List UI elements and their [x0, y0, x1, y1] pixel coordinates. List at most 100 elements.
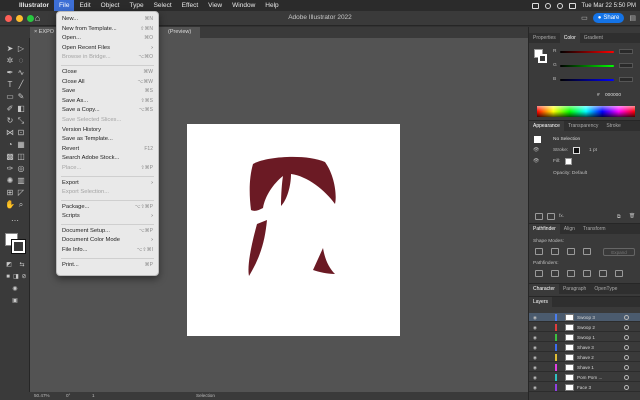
- magic-wand-icon[interactable]: ✲: [5, 56, 15, 66]
- artboard-number[interactable]: 1: [92, 393, 95, 398]
- crop-icon[interactable]: [583, 270, 591, 277]
- file-menu-item[interactable]: Open... ⌘O: [57, 34, 158, 44]
- menu-file[interactable]: File: [53, 0, 75, 11]
- tab-character[interactable]: Character: [529, 284, 559, 294]
- swap-colors-icon[interactable]: ⇆: [17, 260, 27, 270]
- expand-button[interactable]: Expand: [603, 248, 635, 256]
- draw-mode-icon[interactable]: ◉: [10, 284, 20, 294]
- menu-edit[interactable]: Edit: [74, 2, 95, 9]
- exclude-icon[interactable]: [583, 248, 591, 255]
- new-fill-icon[interactable]: [547, 213, 555, 220]
- screen-icon[interactable]: [531, 2, 539, 9]
- tab-paragraph[interactable]: Paragraph: [559, 284, 590, 294]
- tab-transform[interactable]: Transform: [579, 224, 610, 234]
- line-tool-icon[interactable]: ╱: [16, 80, 26, 90]
- hair-artwork[interactable]: [187, 124, 400, 336]
- file-menu-item[interactable]: Close All ⌥⌘W: [57, 78, 158, 88]
- duplicate-item-icon[interactable]: ⧉: [617, 214, 620, 220]
- layer-name[interactable]: Swoop 2: [577, 325, 595, 330]
- visibility-eye-icon[interactable]: ◉: [533, 345, 537, 351]
- file-menu-item[interactable]: Document Color Mode ›: [57, 236, 158, 246]
- wifi-icon[interactable]: [568, 2, 576, 9]
- visibility-eye-icon[interactable]: ◉: [533, 375, 537, 381]
- layer-row[interactable]: ◉ Shave 2: [529, 353, 640, 363]
- unite-icon[interactable]: [535, 248, 543, 255]
- tab-align[interactable]: Align: [560, 224, 579, 234]
- green-slider[interactable]: [560, 65, 614, 67]
- hex-value[interactable]: 000000: [605, 93, 621, 98]
- gradient-tool-icon[interactable]: ◫: [16, 152, 26, 162]
- menu-effect[interactable]: Effect: [177, 2, 204, 9]
- tab-color[interactable]: Color: [559, 33, 580, 43]
- graph-tool-icon[interactable]: ▥: [16, 176, 26, 186]
- outline-icon[interactable]: [599, 270, 607, 277]
- tab-opentype[interactable]: OpenType: [590, 284, 621, 294]
- lasso-icon[interactable]: ◌: [16, 56, 26, 66]
- tab-gradient[interactable]: Gradient: [580, 33, 607, 43]
- visibility-eye-icon[interactable]: ◉: [533, 325, 537, 331]
- type-tool-icon[interactable]: T: [5, 80, 15, 90]
- tab-appearance[interactable]: Appearance: [529, 121, 564, 131]
- visibility-eye-icon[interactable]: ◉: [533, 315, 537, 321]
- stroke-swatch[interactable]: [11, 239, 26, 254]
- fx-icon[interactable]: fx.: [559, 214, 564, 219]
- eye-icon[interactable]: 👁: [533, 159, 539, 164]
- shape-builder-icon[interactable]: ◔: [5, 140, 15, 150]
- menu-help[interactable]: Help: [260, 2, 283, 9]
- layer-name[interactable]: Face 3: [577, 385, 591, 390]
- visibility-eye-icon[interactable]: ◉: [533, 365, 537, 371]
- eyedropper-icon[interactable]: ✑: [5, 164, 15, 174]
- paintbrush-icon[interactable]: ✎: [16, 92, 26, 102]
- file-menu-item[interactable]: Open Recent Files ›: [57, 44, 158, 54]
- none-mode-icon[interactable]: ⊘: [19, 272, 29, 282]
- file-menu-item[interactable]: Export ›: [57, 179, 158, 189]
- layer-name[interactable]: Shave 3: [577, 345, 594, 350]
- control-center-icon[interactable]: [544, 2, 551, 9]
- workspace-icon[interactable]: ▤: [629, 14, 636, 22]
- red-value-field[interactable]: [619, 49, 633, 54]
- artboard-tool-icon[interactable]: ⊞: [5, 188, 15, 198]
- tab-pathfinder[interactable]: Pathfinder: [529, 224, 560, 234]
- selection-tool-icon[interactable]: ➤: [5, 44, 15, 54]
- menu-type[interactable]: Type: [124, 2, 148, 9]
- file-menu-item[interactable]: Save As... ⇧⌘S: [57, 97, 158, 107]
- target-circle-icon[interactable]: [624, 385, 629, 390]
- blue-value-field[interactable]: [619, 77, 633, 82]
- eraser-icon[interactable]: ◧: [16, 104, 26, 114]
- file-menu-item[interactable]: Print... ⌘P: [57, 261, 158, 271]
- zoom-level[interactable]: 50.47%: [34, 393, 50, 398]
- file-menu-item[interactable]: Package... ⌥⇧⌘P: [57, 203, 158, 213]
- share-button[interactable]: ● Share: [592, 13, 625, 23]
- menu-illustrator[interactable]: Illustrator: [14, 2, 54, 9]
- zoom-tool-icon[interactable]: ⌕: [16, 200, 26, 210]
- target-circle-icon[interactable]: [624, 375, 629, 380]
- trim-icon[interactable]: [551, 270, 559, 277]
- visibility-eye-icon[interactable]: ◉: [533, 385, 537, 391]
- layer-name[interactable]: Shave 1: [577, 365, 594, 370]
- target-circle-icon[interactable]: [624, 365, 629, 370]
- menu-select[interactable]: Select: [149, 2, 177, 9]
- rectangle-tool-icon[interactable]: ▭: [5, 92, 15, 102]
- target-circle-icon[interactable]: [624, 345, 629, 350]
- divide-icon[interactable]: [535, 270, 543, 277]
- tab-properties[interactable]: Properties: [529, 33, 560, 43]
- target-circle-icon[interactable]: [624, 355, 629, 360]
- layer-row[interactable]: ◉ Shave 3: [529, 343, 640, 353]
- symbol-sprayer-icon[interactable]: ✺: [5, 176, 15, 186]
- file-menu-item[interactable]: New... ⌘N: [57, 15, 158, 25]
- file-menu-item[interactable]: Revert F12: [57, 145, 158, 155]
- rotate-tool-icon[interactable]: ↻: [5, 116, 15, 126]
- fill-color-chip[interactable]: [565, 158, 572, 165]
- blue-slider[interactable]: [560, 79, 614, 81]
- green-value-field[interactable]: [619, 63, 633, 68]
- file-menu-item[interactable]: Save a Copy... ⌥⌘S: [57, 106, 158, 116]
- rotation-angle[interactable]: 0°: [66, 393, 70, 398]
- slice-tool-icon[interactable]: ◸: [16, 188, 26, 198]
- tab-transparency[interactable]: Transparency: [564, 121, 602, 131]
- visibility-eye-icon[interactable]: ◉: [533, 335, 537, 341]
- width-tool-icon[interactable]: ⋈: [5, 128, 15, 138]
- stroke-weight-value[interactable]: 1 pt: [589, 148, 597, 153]
- layer-row[interactable]: ◉ Swoop 3: [529, 313, 640, 323]
- merge-icon[interactable]: [567, 270, 575, 277]
- layer-name[interactable]: Pom Pom ...: [577, 375, 602, 380]
